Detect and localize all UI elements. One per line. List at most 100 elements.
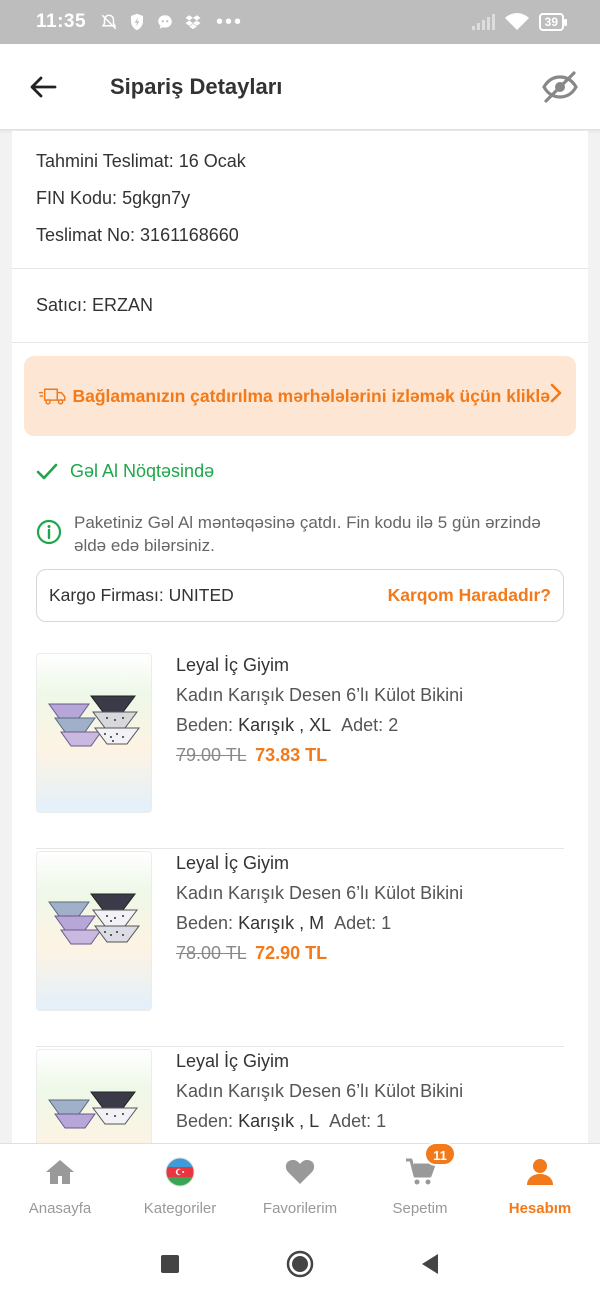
cargo-value: UNITED [168, 585, 234, 605]
cargo-label-text: Kargo Firması: [49, 585, 164, 605]
nav-label: Anasayfa [28, 1200, 92, 1217]
size-label: Beden: [176, 715, 234, 735]
fin-code-value: 5gkgn7y [122, 188, 191, 208]
size-label: Beden: [176, 1111, 234, 1131]
estimated-delivery: Tahmini Teslimat: 16 Ocak [36, 149, 564, 186]
status-system-icons: 39 [471, 13, 568, 31]
product-name: Kadın Karışık Desen 6’lı Külot Bikini [176, 1081, 464, 1101]
system-navigation-bar [0, 1228, 600, 1300]
tracking-banner[interactable]: Bağlamanızın çatdırılma mərhələlərini iz… [24, 356, 576, 436]
product-item[interactable]: Leyal İç Giyim Kadın Karışık Desen 6’lı … [36, 849, 564, 1047]
eye-off-icon [542, 71, 578, 103]
seller-row: Satıcı: ERZAN [12, 269, 588, 342]
shipment-note-text: Paketiniz Gəl Al məntəqəsinə çatdı. Fin … [74, 513, 541, 555]
product-price: 78.00 TL 72.90 TL [176, 943, 327, 964]
new-price: 73.83 TL [255, 745, 328, 765]
product-size-qty: Beden: Karışık , XL Adet: 2 [176, 715, 398, 736]
nav-item-home[interactable]: Anasayfa [0, 1144, 120, 1228]
app-header: Sipariş Detayları [0, 44, 600, 130]
product-item[interactable]: Leyal İç Giyim Kadın Karışık Desen 6’lı … [36, 651, 564, 849]
qty-label: Adet: [341, 715, 384, 735]
tracking-banner-text: Bağlamanızın çatdırılma mərhələlərini iz… [72, 385, 550, 406]
more-notifications-icon: ••• [216, 10, 244, 33]
recents-button[interactable] [155, 1249, 185, 1279]
old-price: 78.00 TL [176, 943, 247, 963]
shield-icon [128, 13, 146, 31]
qty-value: 1 [376, 1111, 387, 1131]
nav-item-account[interactable]: Hesabım [480, 1144, 600, 1228]
order-info: Tahmini Teslimat: 16 Ocak FIN Kodu: 5gkg… [12, 131, 588, 268]
order-detail-card: Tahmini Teslimat: 16 Ocak FIN Kodu: 5gkg… [12, 131, 588, 1143]
nav-item-cart[interactable]: 11 Sepetim [360, 1142, 480, 1228]
estimated-delivery-value: 16 Ocak [178, 151, 246, 171]
product-brand: Leyal İç Giyim [176, 1051, 290, 1071]
product-image[interactable] [36, 1049, 152, 1143]
dropbox-icon [184, 13, 202, 31]
where-is-my-cargo-link[interactable]: Karqom Haradadır? [388, 585, 551, 606]
azerbaijan-flag-icon [164, 1156, 196, 1188]
wifi-icon [504, 13, 529, 31]
size-label: Beden: [176, 913, 234, 933]
chat-icon [156, 13, 174, 31]
qty-label: Adet: [334, 913, 377, 933]
old-price: 79.00 TL [176, 745, 247, 765]
battery-indicator: 39 [538, 13, 568, 31]
size-value: Karışık , L [238, 1111, 320, 1131]
shipment-status: Gəl Al Nöqtəsində [36, 461, 214, 482]
nav-label: Favorilerim [262, 1200, 338, 1217]
square-icon [161, 1255, 179, 1273]
nav-label: Hesabım [508, 1200, 572, 1217]
user-icon [524, 1156, 556, 1188]
shipment-status-text: Gəl Al Nöqtəsində [70, 461, 215, 481]
size-value: Karışık , M [238, 913, 325, 933]
nav-label: Sepetim [392, 1200, 448, 1217]
product-item[interactable]: Leyal İç Giyim Kadın Karışık Desen 6’lı … [36, 1047, 564, 1143]
status-bar: 11:35 ••• 39 [0, 0, 600, 44]
fin-code: FIN Kodu: 5gkgn7y [36, 186, 564, 223]
nav-item-categories[interactable]: Kategoriler [120, 1144, 240, 1228]
qty-label: Adet: [329, 1111, 372, 1131]
home-system-button[interactable] [285, 1249, 315, 1279]
signal-icon [471, 13, 495, 31]
back-system-button[interactable] [415, 1249, 445, 1279]
arrow-left-icon [30, 76, 57, 98]
heart-icon [284, 1156, 316, 1188]
bell-off-icon [100, 13, 118, 31]
product-name: Kadın Karışık Desen 6’lı Külot Bikini [176, 685, 464, 705]
seller-label: Satıcı: [36, 295, 88, 315]
seller-value: ERZAN [92, 295, 154, 315]
delivery-number-label: Teslimat No: [36, 225, 136, 245]
status-notification-icons [100, 13, 202, 31]
size-value: Karışık , XL [238, 715, 332, 735]
cargo-info: Kargo Firması: UNITED Karqom Haradadır? [36, 569, 564, 622]
product-size-qty: Beden: Karışık , M Adet: 1 [176, 913, 391, 934]
product-list: Leyal İç Giyim Kadın Karışık Desen 6’lı … [36, 651, 564, 1143]
fin-code-label: FIN Kodu: [36, 188, 118, 208]
back-button[interactable] [28, 72, 58, 102]
product-image[interactable] [36, 851, 152, 1011]
bottom-navigation: Anasayfa Kategoriler Favorilerim 11 Sepe… [0, 1142, 600, 1228]
delivery-number-value: 3161168660 [140, 225, 239, 245]
cargo-label: Kargo Firması: UNITED [49, 585, 234, 606]
status-time: 11:35 [36, 11, 87, 32]
truck-icon [38, 388, 66, 405]
circle-icon [286, 1250, 314, 1278]
product-brand: Leyal İç Giyim [176, 655, 290, 675]
product-brand: Leyal İç Giyim [176, 853, 290, 873]
qty-value: 2 [388, 715, 399, 735]
product-image[interactable] [36, 653, 152, 813]
chevron-right-icon [550, 383, 562, 409]
product-price: 79.00 TL 73.83 TL [176, 745, 327, 766]
triangle-back-icon [422, 1254, 438, 1274]
info-icon [36, 519, 62, 545]
shipment-note: Paketiniz Gəl Al məntəqəsinə çatdı. Fin … [36, 511, 556, 557]
cart-count-badge: 11 [424, 1142, 456, 1166]
home-icon [44, 1156, 76, 1188]
nav-label: Kategoriler [143, 1200, 217, 1217]
product-name: Kadın Karışık Desen 6’lı Külot Bikini [176, 883, 464, 903]
delivery-number: Teslimat No: 3161168660 [36, 223, 564, 260]
hide-toggle-button[interactable] [542, 70, 578, 104]
divider [12, 342, 588, 343]
estimated-delivery-label: Tahmini Teslimat: [36, 151, 174, 171]
nav-item-favorites[interactable]: Favorilerim [240, 1144, 360, 1228]
